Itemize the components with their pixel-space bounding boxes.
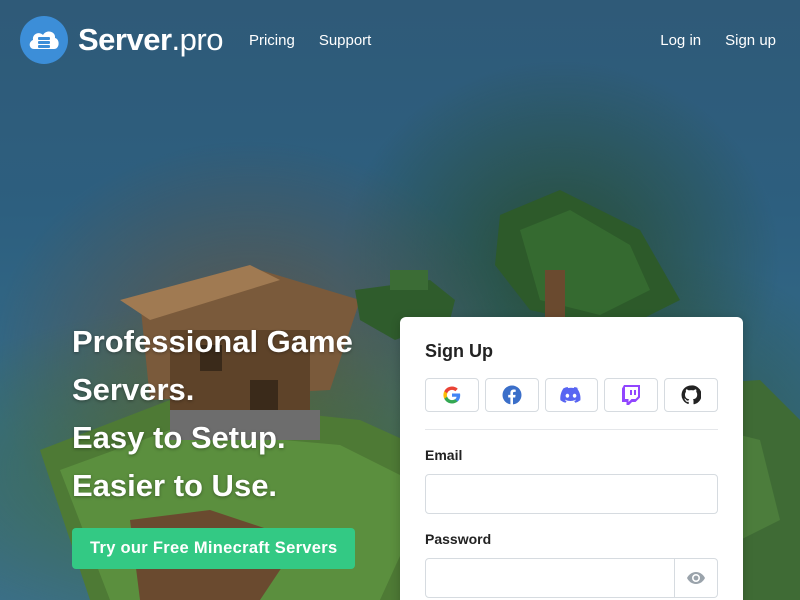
eye-icon	[687, 572, 705, 584]
password-field[interactable]	[425, 558, 675, 598]
free-minecraft-servers-button[interactable]: Try our Free Minecraft Servers	[72, 528, 356, 569]
discord-icon	[560, 387, 581, 403]
hero-line-4: Easier to Use.	[72, 468, 278, 503]
twitch-signup-button[interactable]	[604, 378, 659, 412]
nav-link-support[interactable]: Support	[319, 32, 372, 49]
toggle-password-visibility-button[interactable]	[675, 558, 718, 598]
password-field-group	[425, 558, 718, 598]
hero-headline: Professional Game Servers. Easy to Setup…	[72, 318, 392, 510]
brand-name: Server.pro	[78, 22, 223, 58]
auth-links: Log in Sign up	[660, 32, 776, 49]
password-label: Password	[425, 531, 492, 547]
brand-name-suffix: .pro	[171, 22, 224, 57]
github-icon	[681, 385, 702, 405]
hero-line-2: Servers.	[72, 372, 195, 407]
signup-link[interactable]: Sign up	[725, 32, 776, 49]
login-link[interactable]: Log in	[660, 32, 701, 49]
email-field[interactable]	[425, 474, 718, 514]
google-icon	[443, 386, 461, 404]
main-nav: Pricing Support	[249, 32, 371, 49]
facebook-signup-button[interactable]	[484, 378, 539, 412]
hero-section: Professional Game Servers. Easy to Setup…	[72, 318, 392, 569]
discord-signup-button[interactable]	[544, 378, 599, 412]
twitch-icon	[622, 385, 641, 405]
hero-line-3: Easy to Setup.	[72, 420, 286, 455]
facebook-icon	[502, 385, 522, 405]
github-signup-button[interactable]	[664, 378, 718, 412]
google-signup-button[interactable]	[425, 378, 479, 412]
social-login-buttons	[425, 378, 718, 412]
cloud-server-icon	[20, 16, 68, 64]
form-divider	[425, 429, 718, 430]
signup-title: Sign Up	[425, 341, 493, 361]
nav-link-pricing[interactable]: Pricing	[249, 32, 295, 49]
hero-line-1: Professional Game	[72, 324, 353, 359]
brand-name-main: Server	[78, 22, 172, 57]
brand-logo[interactable]: Server.pro	[20, 16, 223, 64]
email-label: Email	[425, 447, 463, 463]
top-navbar: Server.pro Pricing Support Log in Sign u…	[0, 0, 800, 80]
signup-card: Sign Up Email Password	[400, 317, 743, 600]
